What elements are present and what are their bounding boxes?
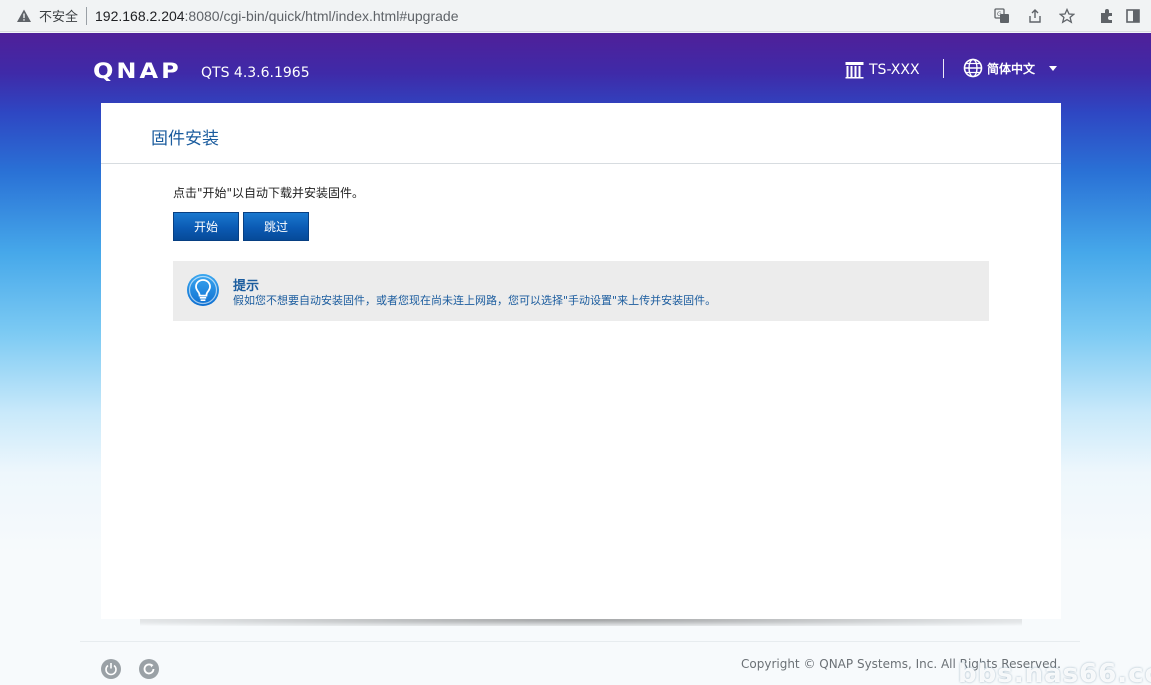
skip-button[interactable]: 跳过 [243, 212, 309, 241]
header-divider [943, 59, 944, 78]
tip-text: 假如您不想要自动安装固件，或者您现在尚未连上网路，您可以选择"手动设置"来上传并… [233, 294, 717, 307]
browser-address-bar[interactable]: 不安全 192.168.2.204:8080/cgi-bin/quick/htm… [0, 0, 1151, 32]
warning-icon[interactable] [16, 8, 32, 24]
power-icon[interactable] [101, 659, 121, 679]
firmware-install-panel: 固件安装 点击"开始"以自动下载并安装固件。 开始 跳过 提示 假如您不想要自动… [101, 103, 1061, 619]
svg-text:G: G [997, 11, 1002, 18]
qts-version: QTS 4.3.6.1965 [201, 65, 310, 81]
share-icon[interactable] [1026, 7, 1044, 25]
title-divider [101, 163, 1061, 164]
address-separator [86, 6, 88, 25]
bookmark-star-icon[interactable] [1058, 7, 1076, 25]
nas-device-icon [845, 62, 864, 79]
footer-divider [80, 641, 1080, 642]
url-path[interactable]: :8080/cgi-bin/quick/html/index.html#upgr… [185, 8, 459, 24]
translate-icon[interactable]: G [993, 7, 1011, 25]
qnap-logo: QNAP [93, 58, 182, 84]
device-name: TS-XXX [869, 62, 920, 78]
refresh-icon[interactable] [139, 659, 159, 679]
device-indicator: TS-XXX [845, 60, 920, 80]
security-status-label[interactable]: 不安全 [39, 6, 78, 25]
url-host[interactable]: 192.168.2.204 [95, 8, 185, 24]
extensions-icon[interactable] [1098, 7, 1116, 25]
language-selector[interactable]: 简体中文 [963, 58, 1058, 78]
chevron-down-icon[interactable] [1049, 65, 1058, 71]
side-panel-icon[interactable] [1124, 7, 1142, 25]
language-label[interactable]: 简体中文 [987, 60, 1035, 77]
watermark-text: bbs.nas66.com [958, 659, 1151, 685]
tip-box: 提示 假如您不想要自动安装固件，或者您现在尚未连上网路，您可以选择"手动设置"来… [173, 261, 989, 321]
start-button[interactable]: 开始 [173, 212, 239, 241]
lightbulb-icon [187, 274, 219, 306]
page-title: 固件安装 [151, 129, 219, 149]
globe-icon [963, 58, 983, 78]
instruction-text: 点击"开始"以自动下载并安装固件。 [173, 186, 365, 200]
